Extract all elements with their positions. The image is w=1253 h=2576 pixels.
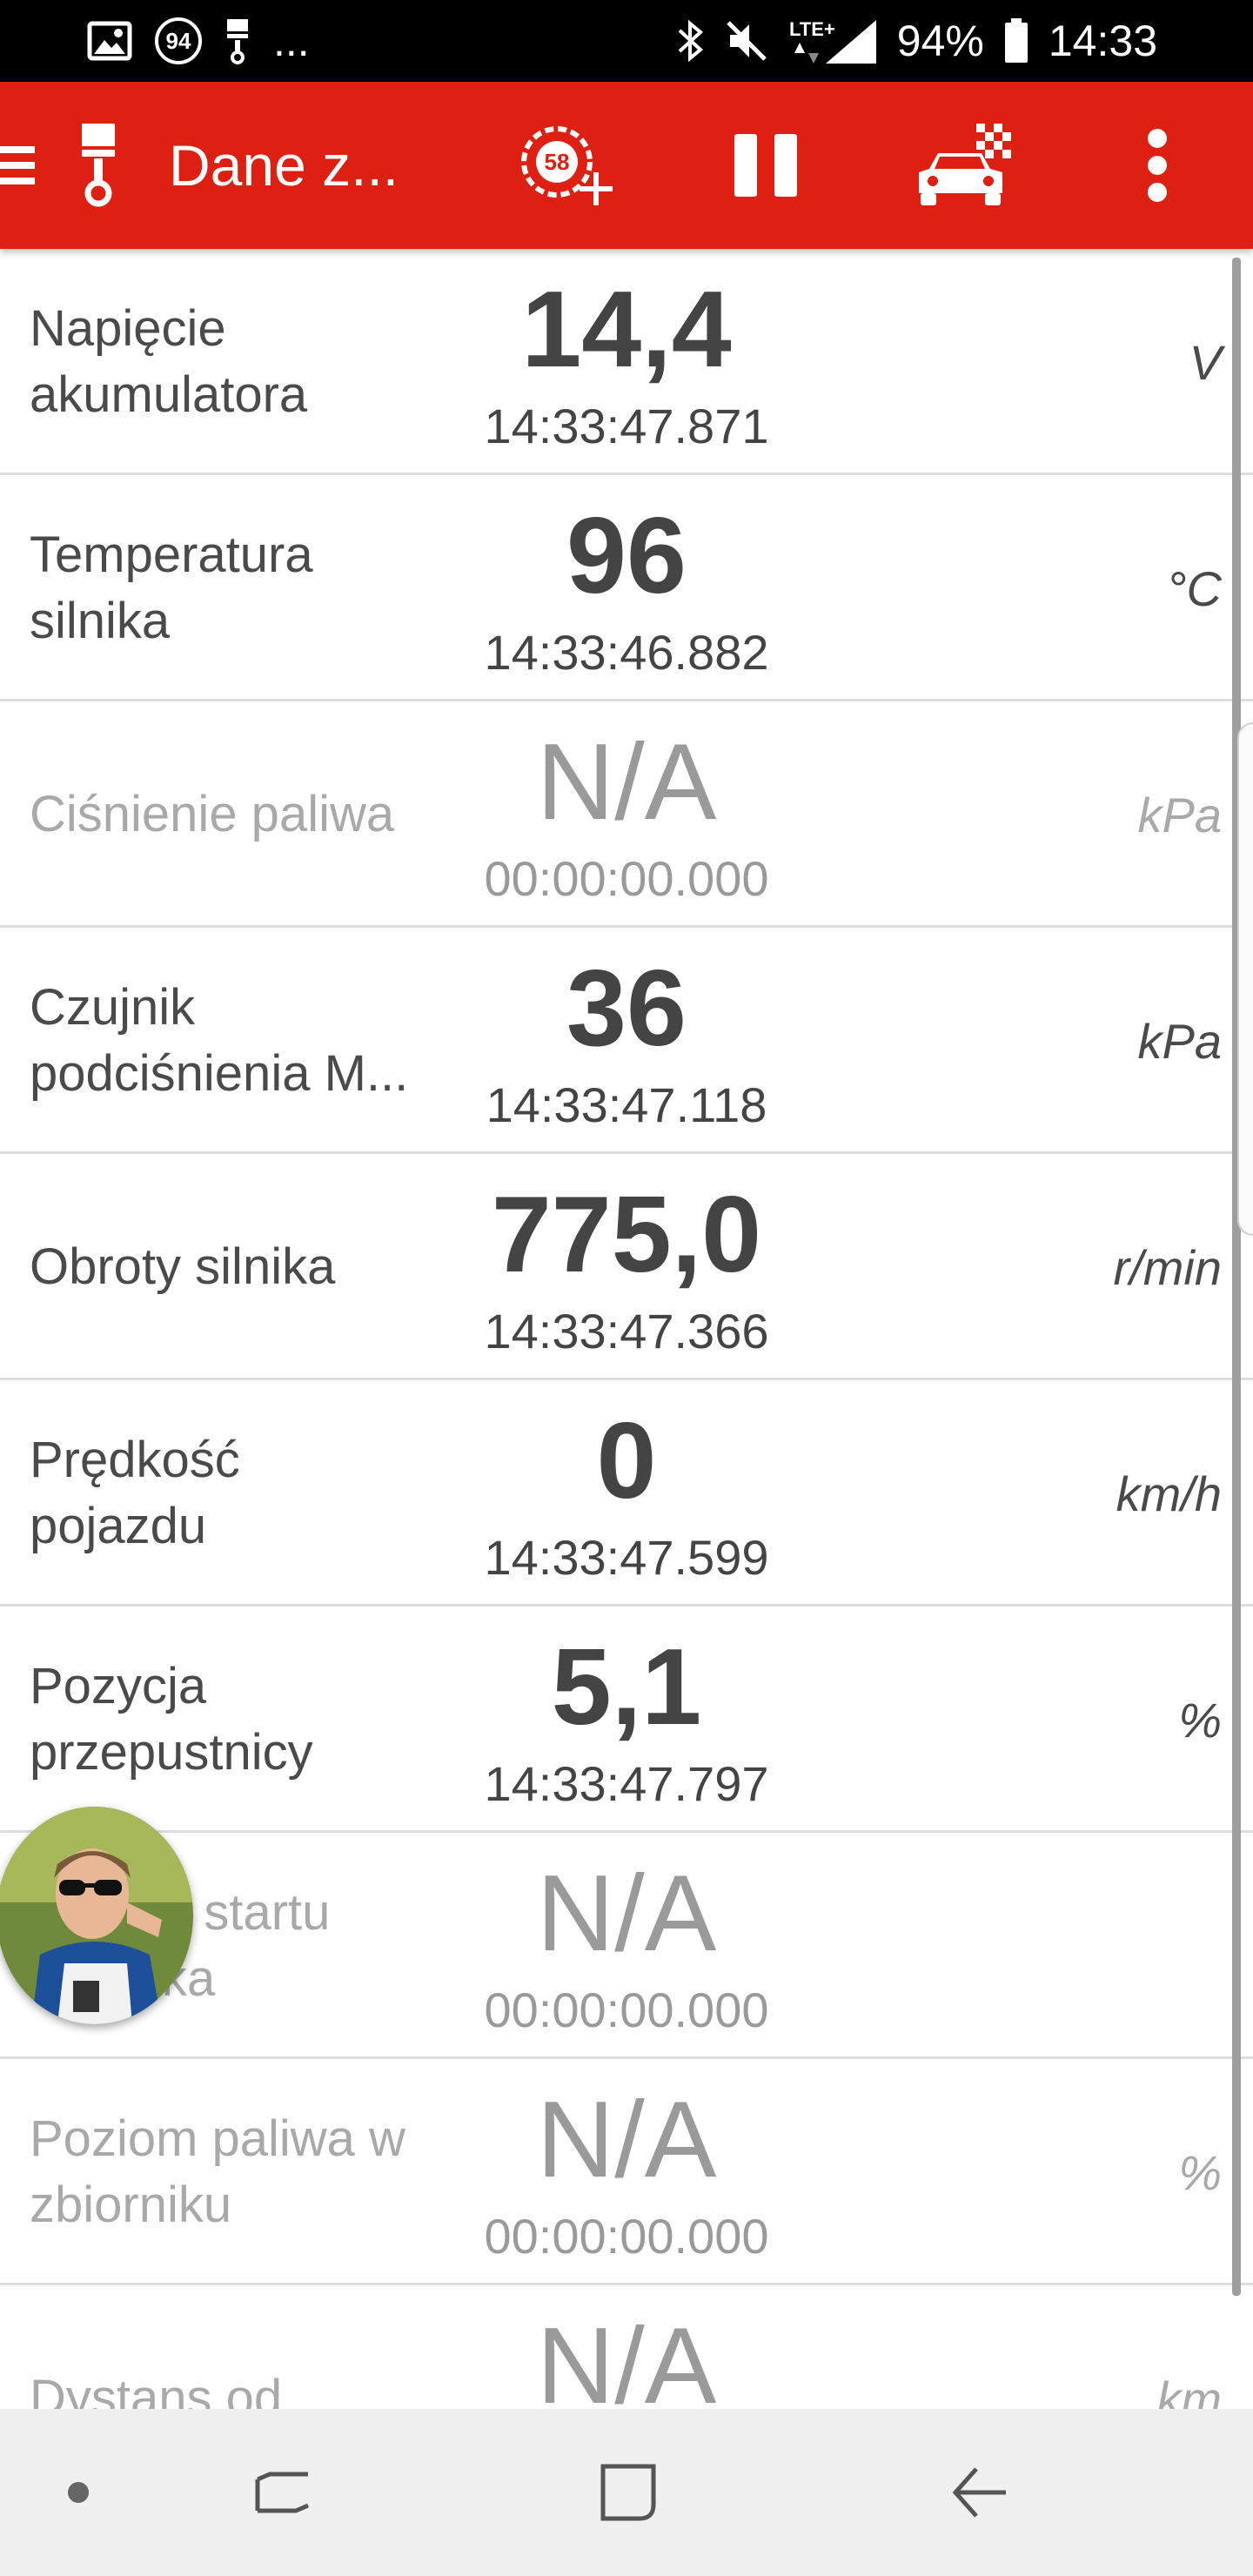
list-item[interactable]: Ciśnienie paliwa N/A 00:00:00.000 kPa xyxy=(0,701,1253,928)
battery-icon xyxy=(1003,17,1029,64)
piston-icon xyxy=(70,122,127,209)
sensor-unit: kPa xyxy=(1137,787,1223,842)
sensor-label: Prędkość pojazdu xyxy=(30,1432,240,1554)
sensor-unit: % xyxy=(1178,2144,1222,2200)
sensor-label: Obroty silnika xyxy=(30,1238,336,1295)
sensor-label: Temperatura silnika xyxy=(30,527,313,649)
sensor-value: 775,0 xyxy=(491,1175,762,1295)
edge-panel-handle[interactable] xyxy=(1237,722,1253,1236)
list-item[interactable]: Czujnik podciśnienia M... 36 14:33:47.118… xyxy=(0,928,1253,1154)
sensor-value: N/A xyxy=(536,2306,717,2409)
sensor-timestamp: 14:33:47.871 xyxy=(484,399,769,453)
sensor-value: 0 xyxy=(596,1401,657,1521)
list-item[interactable]: Prędkość pojazdu 0 14:33:47.599 km/h xyxy=(0,1380,1253,1607)
navigation-bar xyxy=(0,2409,1253,2576)
sensor-label: Ciśnienie paliwa xyxy=(30,786,395,842)
sensor-unit: km/h xyxy=(1116,1466,1222,1521)
notification-badge-icon: 94 xyxy=(155,17,202,64)
piston-icon xyxy=(224,17,251,64)
recent-apps-icon[interactable] xyxy=(235,2409,331,2576)
lte-signal-icon: LTE+ xyxy=(787,17,878,65)
list-item[interactable]: Dystans od N/A km xyxy=(0,2285,1253,2409)
list-item[interactable]: Pozycja przepustnicy 5,1 14:33:47.797 % xyxy=(0,1607,1253,1833)
app-toolbar: Dane z... 58 xyxy=(0,82,1253,249)
sensor-list[interactable]: Napięcie akumulatora 14,4 14:33:47.871 V … xyxy=(0,249,1253,2409)
sensor-label: Napięcie akumulatora xyxy=(30,300,308,423)
sensor-timestamp: 00:00:00.000 xyxy=(484,851,769,906)
sensor-unit: °C xyxy=(1167,560,1222,616)
dot-icon[interactable] xyxy=(44,2409,113,2576)
sensor-timestamp: 00:00:00.000 xyxy=(484,2209,769,2264)
toolbar-title: Dane z... xyxy=(169,133,399,198)
more-notifications: ... xyxy=(273,17,310,65)
pause-icon[interactable] xyxy=(729,127,802,204)
avatar[interactable] xyxy=(0,1807,193,2024)
back-icon[interactable] xyxy=(933,2409,1029,2576)
menu-icon[interactable] xyxy=(0,124,37,207)
status-bar-left: 94 ... xyxy=(87,16,310,66)
sensor-label: Czujnik podciśnienia M... xyxy=(30,979,409,1102)
sensor-unit: r/min xyxy=(1113,1239,1222,1295)
sensor-timestamp: 14:33:47.366 xyxy=(484,1304,769,1358)
sensor-label: Dystans od xyxy=(30,2370,283,2409)
sensor-value: 96 xyxy=(566,496,687,616)
sensor-value: 5,1 xyxy=(551,1627,702,1748)
sensor-timestamp: 14:33:47.797 xyxy=(484,1756,769,1811)
scrollbar[interactable] xyxy=(1232,258,1241,2296)
sensor-value: 36 xyxy=(566,949,687,1069)
race-car-flag-icon[interactable] xyxy=(912,120,1020,211)
image-icon xyxy=(87,21,132,61)
bluetooth-icon xyxy=(676,18,706,64)
sensor-unit: V xyxy=(1189,334,1222,390)
sensor-timestamp: 14:33:46.882 xyxy=(484,625,769,680)
svg-text:LTE+: LTE+ xyxy=(789,18,835,40)
sensor-label: Poziom paliwa w zbiorniku xyxy=(30,2110,405,2233)
list-item[interactable]: Obroty silnika 775,0 14:33:47.366 r/min xyxy=(0,1154,1253,1380)
sensor-timestamp: 00:00:00.000 xyxy=(484,1982,769,2037)
sensor-value: 14,4 xyxy=(521,270,732,390)
list-item[interactable]: Poziom paliwa w zbiorniku N/A 00:00:00.00… xyxy=(0,2059,1253,2285)
sensor-value: N/A xyxy=(536,1854,717,1974)
mute-icon xyxy=(725,19,768,63)
sensor-label: Pozycja przepustnicy xyxy=(30,1658,313,1781)
sensor-timestamp: 14:33:47.599 xyxy=(484,1530,769,1585)
sensor-unit: % xyxy=(1178,1692,1222,1748)
status-bar: 94 ... LTE+ 94% 14:33 xyxy=(0,0,1253,82)
battery-percent: 94% xyxy=(896,17,984,65)
sensor-value: N/A xyxy=(536,2080,717,2200)
sensor-timestamp: 14:33:47.118 xyxy=(486,1077,767,1132)
sensor-unit: km xyxy=(1156,2371,1222,2410)
list-item[interactable]: Temperatura silnika 96 14:33:46.882 °C xyxy=(0,475,1253,701)
status-bar-right: LTE+ 94% 14:33 xyxy=(676,16,1157,66)
list-item[interactable]: Napięcie akumulatora 14,4 14:33:47.871 V xyxy=(0,249,1253,475)
clock: 14:33 xyxy=(1048,17,1157,65)
speed-gauge-add-icon[interactable]: 58 xyxy=(517,122,621,209)
home-icon[interactable] xyxy=(585,2409,672,2576)
overflow-icon[interactable] xyxy=(1131,124,1183,207)
speed-badge: 58 xyxy=(545,149,570,175)
sensor-unit: kPa xyxy=(1137,1013,1223,1069)
sensor-value: N/A xyxy=(536,722,717,842)
